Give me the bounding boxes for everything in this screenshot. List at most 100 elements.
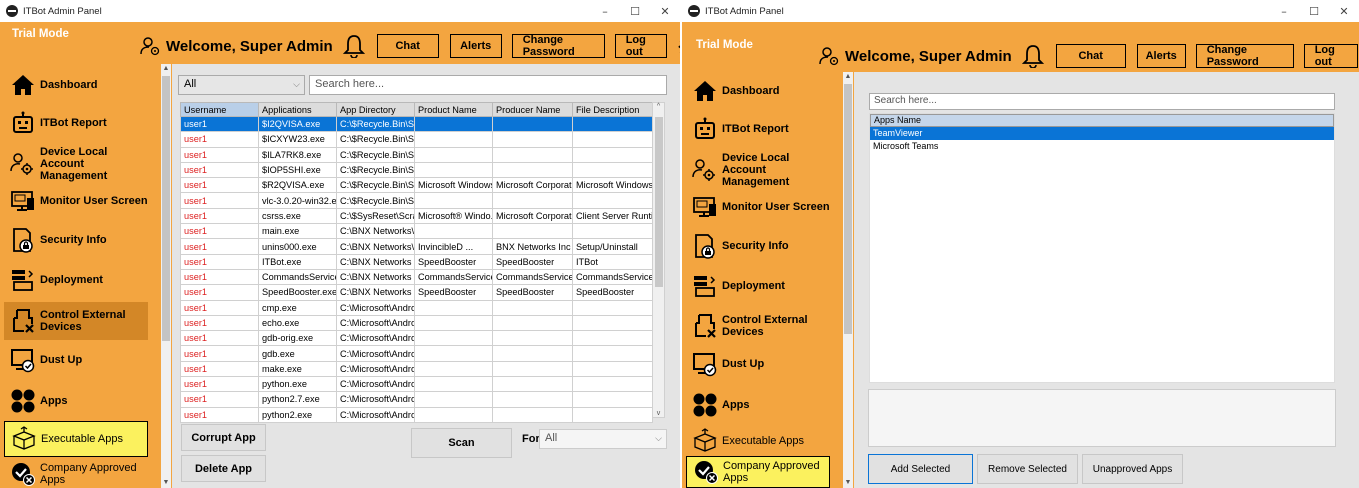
bell-icon[interactable]	[343, 34, 365, 58]
table-row[interactable]: user1CommandsService...C:\BNX Networks I…	[180, 268, 653, 286]
table-cell[interactable]	[492, 376, 573, 393]
table-cell[interactable]: SpeedBooster	[414, 284, 493, 301]
table-cell[interactable]: SpeedBooster	[492, 284, 573, 301]
scan-button[interactable]: Scan	[411, 428, 512, 458]
table-row[interactable]: user1$ILA7RK8.exeC:\$Recycle.Bin\S-1...	[180, 146, 653, 163]
table-cell[interactable]	[492, 115, 573, 133]
table-cell[interactable]	[572, 330, 653, 347]
column-header-product-name[interactable]: Product Name	[414, 102, 493, 117]
table-row[interactable]: user1python2.exeC:\Microsoft\Androi...	[180, 406, 653, 423]
table-cell[interactable]: gdb-orig.exe	[258, 330, 337, 347]
alerts-button[interactable]: Alerts	[449, 34, 502, 58]
cell-username[interactable]: user1	[180, 161, 259, 179]
table-cell[interactable]: $R2QVISA.exe	[258, 177, 337, 194]
sidebar-item-itbot-report[interactable]: ITBot Report	[686, 114, 830, 144]
table-cell[interactable]: Setup/Uninstall	[572, 238, 653, 255]
table-cell[interactable]: C:\Microsoft\Androi...	[336, 345, 415, 362]
unapproved-apps-button[interactable]: Unapproved Apps	[1082, 454, 1183, 484]
table-cell[interactable]: ITBot.exe	[258, 253, 337, 270]
table-cell[interactable]	[572, 376, 653, 393]
table-cell[interactable]: C:\$Recycle.Bin\S-1...	[336, 177, 415, 194]
table-cell[interactable]: SpeedBooster.exe	[258, 284, 337, 301]
table-cell[interactable]: ITBot	[572, 253, 653, 270]
cell-username[interactable]: user1	[180, 330, 259, 347]
column-header-applications[interactable]: Applications	[258, 102, 337, 117]
table-cell[interactable]: SpeedBooster	[572, 284, 653, 301]
sidebar-item-apps[interactable]: Apps	[4, 386, 148, 416]
table-row[interactable]: user1$I2QVISA.exeC:\$Recycle.Bin\S-1...	[180, 115, 653, 133]
table-cell[interactable]	[572, 131, 653, 148]
logout-button[interactable]: Log out	[1303, 44, 1358, 68]
table-row[interactable]: user1python.exeC:\Microsoft\Androi...	[180, 376, 653, 393]
sidebar-item-control-external-devices[interactable]: Control External Devices	[4, 302, 148, 340]
list-item[interactable]: Microsoft Teams	[870, 140, 1334, 153]
table-cell[interactable]: gdb.exe	[258, 345, 337, 362]
scroll-down-icon[interactable]: ▼	[843, 478, 853, 488]
table-row[interactable]: user1$IOP5SHI.exeC:\$Recycle.Bin\S-1...	[180, 161, 653, 179]
table-cell[interactable]	[572, 192, 653, 209]
table-cell[interactable]	[572, 299, 653, 316]
table-cell[interactable]: C:\BNX Networks In...	[336, 284, 415, 301]
cell-username[interactable]: user1	[180, 223, 259, 240]
table-row[interactable]: user1gdb.exeC:\Microsoft\Androi...	[180, 345, 653, 362]
table-cell[interactable]	[572, 360, 653, 378]
cell-username[interactable]: user1	[180, 314, 259, 332]
sidebar-scrollbar[interactable]: ▲ ▼	[843, 72, 853, 488]
table-row[interactable]: user1ITBot.exeC:\BNX Networks In...Speed…	[180, 253, 653, 270]
table-cell[interactable]	[414, 406, 493, 423]
table-cell[interactable]: Microsoft Windows ...	[414, 177, 493, 194]
sidebar-item-executable-apps[interactable]: Executable Apps	[4, 421, 148, 457]
table-cell[interactable]	[492, 360, 573, 378]
table-cell[interactable]	[492, 345, 573, 362]
table-cell[interactable]	[414, 192, 493, 209]
table-cell[interactable]	[572, 115, 653, 133]
column-header-app-directory[interactable]: App Directory	[336, 102, 415, 117]
cell-username[interactable]: user1	[180, 406, 259, 423]
table-cell[interactable]: C:\$SysReset\Scratch	[336, 207, 415, 225]
column-header-producer-name[interactable]: Producer Name	[492, 102, 573, 117]
cell-username[interactable]: user1	[180, 360, 259, 378]
table-cell[interactable]: C:\BNX Networks\In...	[336, 223, 415, 240]
table-cell[interactable]	[414, 131, 493, 148]
table-cell[interactable]	[492, 146, 573, 163]
table-row[interactable]: user1$ICXYW23.exeC:\$Recycle.Bin\S-1...	[180, 131, 653, 148]
sidebar-item-itbot-report[interactable]: ITBot Report	[4, 108, 148, 138]
change-password-button[interactable]: Change Password	[511, 34, 605, 58]
minimize-button[interactable]: –	[590, 5, 620, 18]
corrupt-app-button[interactable]: Corrupt App	[181, 424, 266, 451]
table-cell[interactable]	[492, 299, 573, 316]
cell-username[interactable]: user1	[180, 207, 259, 225]
column-header-apps-name[interactable]: Apps Name	[870, 114, 1334, 127]
sidebar-item-dust-up[interactable]: Dust Up	[686, 348, 830, 380]
table-cell[interactable]: cmp.exe	[258, 299, 337, 316]
table-cell[interactable]: python.exe	[258, 376, 337, 393]
table-cell[interactable]	[572, 314, 653, 332]
add-selected-button[interactable]: Add Selected	[868, 454, 973, 484]
table-cell[interactable]: C:\Microsoft\Androi...	[336, 314, 415, 332]
table-cell[interactable]: $IOP5SHI.exe	[258, 161, 337, 179]
table-cell[interactable]: C:\BNX Networks In...	[336, 253, 415, 270]
table-cell[interactable]	[414, 330, 493, 347]
cell-username[interactable]: user1	[180, 268, 259, 286]
table-row[interactable]: user1cmp.exeC:\Microsoft\Androi...	[180, 299, 653, 316]
table-cell[interactable]: C:\$Recycle.Bin\S-1...	[336, 115, 415, 133]
sidebar-item-device-local-account[interactable]: Device Local Account Management	[686, 150, 830, 190]
table-cell[interactable]: vlc-3.0.20-win32.exe	[258, 192, 337, 209]
cell-username[interactable]: user1	[180, 115, 259, 133]
table-cell[interactable]	[414, 115, 493, 133]
table-cell[interactable]: C:\Microsoft\Androi...	[336, 391, 415, 408]
delete-app-button[interactable]: Delete App	[181, 455, 266, 482]
table-cell[interactable]	[572, 345, 653, 362]
sidebar-item-monitor-user-screen[interactable]: Monitor User Screen	[686, 192, 830, 222]
table-cell[interactable]: Microsoft Corporati...	[492, 207, 573, 225]
table-cell[interactable]: C:\BNX Networks\In...	[336, 238, 415, 255]
table-cell[interactable]: $ICXYW23.exe	[258, 131, 337, 148]
table-cell[interactable]	[414, 345, 493, 362]
list-item[interactable]: TeamViewer	[870, 127, 1334, 140]
sidebar-item-company-approved-apps[interactable]: Company Approved Apps	[686, 456, 830, 488]
table-cell[interactable]: csrss.exe	[258, 207, 337, 225]
user-filter-select[interactable]: All ⌵	[178, 75, 305, 95]
maximize-button[interactable]: ☐	[1299, 5, 1329, 18]
table-cell[interactable]: Client Server Runti...	[572, 207, 653, 225]
sidebar-item-company-approved-apps[interactable]: Company Approved Apps	[4, 460, 148, 488]
